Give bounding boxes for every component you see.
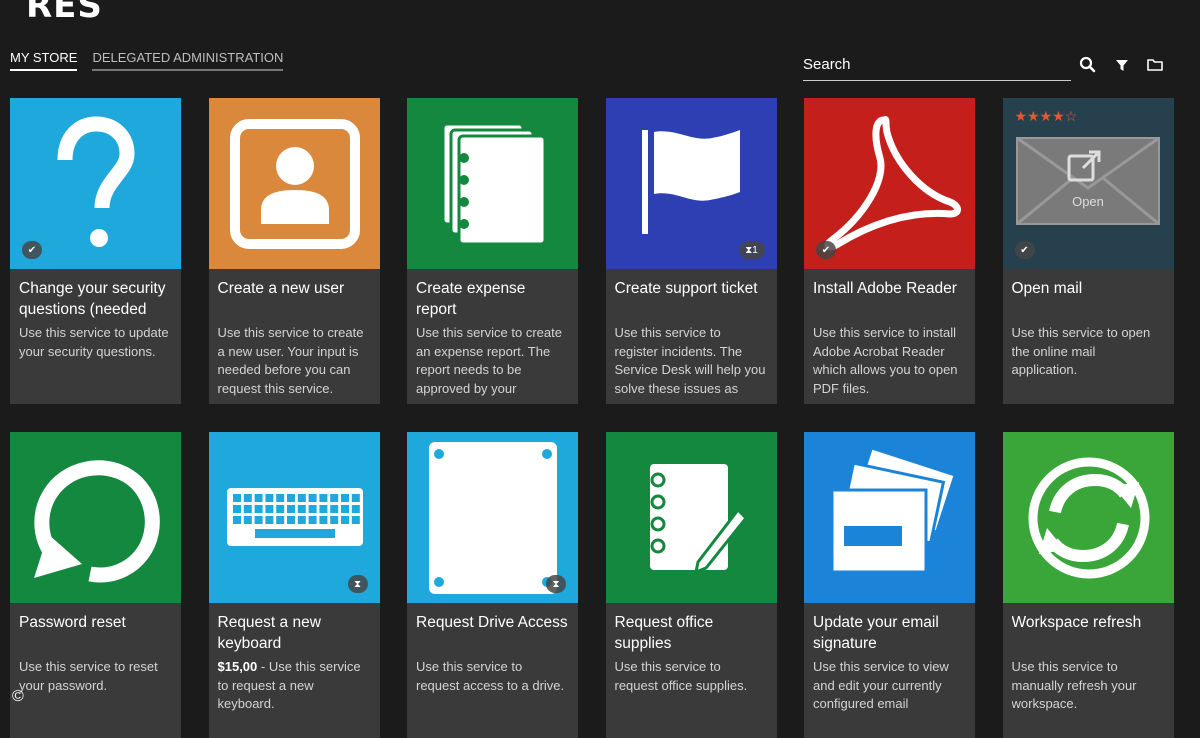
card-description: Use this service to request access to a … [416,659,565,693]
card-title: Install Adobe Reader [813,280,957,297]
store-tabs: MY STORE DELEGATED ADMINISTRATION [10,50,284,71]
card-description: Use this service to open the online mail… [1011,325,1151,377]
card-title: Change your security questions (needed [19,280,166,318]
service-card-expense-report[interactable]: Create expense report Use this service t… [407,98,578,404]
service-card-new-keyboard[interactable]: ⧗ Request a new keyboard $15,00 - Use th… [208,432,380,738]
pending-hourglass-badge: ⧗ [347,575,368,593]
copyright-icon[interactable]: © [12,688,24,706]
card-description: Use this service to install Adobe Acroba… [813,325,958,396]
card-description: $15,00 - Use this service to request a n… [218,658,371,732]
card-image: ⧗ 1 [605,98,777,269]
card-image: ★★★★☆ Open ✔ [1002,98,1174,269]
service-grid: ✔ Change your security questions (needed… [10,98,1174,738]
search-box [803,54,1071,81]
installed-check-badge: ✔ [816,241,836,259]
card-description: Use this service to create an expense re… [416,325,562,396]
service-card-create-user[interactable]: Create a new user Use this service to cr… [208,98,380,404]
refresh-arrow-icon [34,460,160,583]
service-card-password-reset[interactable]: Password reset Use this service to reset… [10,432,181,738]
pending-count: 1 [752,244,758,256]
installed-check-badge: ✔ [1014,241,1035,259]
pending-hourglass-badge: ⧗ [546,575,566,593]
card-image [10,432,181,603]
service-card-drive-access[interactable]: ⧗ Request Drive Access Use this service … [407,432,578,738]
card-title: Workspace refresh [1011,614,1142,631]
card-image [407,98,578,269]
open-link-label[interactable]: Open [1003,194,1174,209]
service-card-workspace-refresh[interactable]: Workspace refresh Use this service to ma… [1002,432,1174,738]
card-description: Use this service to manually refresh you… [1011,659,1137,711]
res-logo: RES [26,0,103,26]
card-title: Request office supplies [614,614,714,652]
envelopes-icon [830,445,958,574]
user-icon [229,119,360,249]
card-description: Use this service to update your security… [19,325,169,359]
card-description: Use this service to request office suppl… [614,659,748,693]
card-image: ⧗ [208,432,380,603]
card-title: Create a new user [217,280,345,297]
folder-icon[interactable] [1145,55,1165,75]
card-title: Password reset [19,614,126,631]
notebook-pen-icon [649,464,748,575]
card-description: Use this service to create a new user. Y… [217,325,364,396]
pending-hourglass-badge: ⧗ 1 [738,241,765,259]
search-icon[interactable] [1078,55,1098,75]
card-title: Create expense report [416,280,526,318]
service-card-email-signature[interactable]: Update your email signature Use this ser… [804,432,975,738]
card-image: ✔ [804,98,975,269]
card-image [605,432,777,603]
service-card-support-ticket[interactable]: ⧗ 1 Create support ticket Use this servic… [605,98,777,404]
card-image [208,98,380,269]
service-card-office-supplies[interactable]: Request office supplies Use this service… [605,432,777,738]
price-label: $15,00 [217,659,258,674]
card-title: Create support ticket [614,280,758,297]
card-image [1002,432,1174,603]
service-card-security-questions[interactable]: ✔ Change your security questions (needed… [10,98,181,404]
service-card-open-mail[interactable]: ★★★★☆ Open ✔ Open mail Use this service … [1002,98,1174,404]
tab-delegated-administration[interactable]: DELEGATED ADMINISTRATION [92,50,284,71]
sync-icon [1028,457,1149,579]
card-image: ⧗ [407,432,578,603]
card-description: Use this service to reset your password. [19,659,158,693]
card-image [804,432,975,603]
service-card-adobe-reader[interactable]: ✔ Install Adobe Reader Use this service … [804,98,975,404]
tab-my-store[interactable]: MY STORE [10,50,78,71]
documents-icon [441,122,547,246]
card-title: Update your email signature [813,614,939,652]
search-input[interactable] [803,54,1071,75]
card-title: Request a new keyboard [217,614,321,652]
rating-stars: ★★★★☆ [1014,108,1078,124]
card-description: Use this service to view and edit your c… [813,659,949,711]
card-description: Use this service to register incidents. … [614,325,766,396]
card-title: Request Drive Access [416,614,568,631]
card-image: ✔ [10,98,181,269]
installed-check-badge: ✔ [22,241,42,259]
filter-icon[interactable] [1112,55,1132,75]
card-title: Open mail [1011,280,1083,297]
